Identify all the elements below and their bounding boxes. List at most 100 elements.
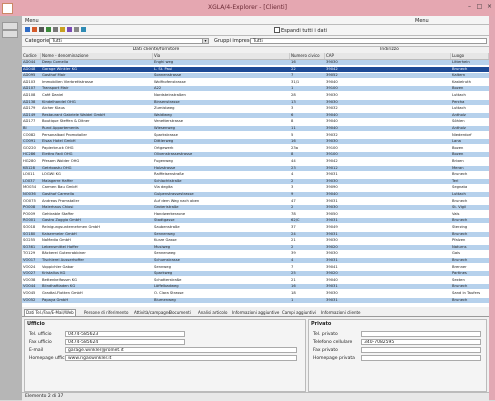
email-field[interactable]: garage.winkler@rolnet.it: [65, 347, 297, 353]
table-row[interactable]: RO001 Gastro Zaggia GmbH Stadtgasse 62/C 390…: [22, 218, 489, 224]
cell-number: 8: [291, 119, 294, 124]
checkbox-icon[interactable]: [274, 27, 280, 33]
private-homepage-field[interactable]: [361, 355, 481, 361]
new-icon[interactable]: [25, 27, 30, 32]
table-row[interactable]: AD044 Deep Cornelia Enghi weg 16 39030 Litter…: [22, 60, 489, 65]
tab-7[interactable]: Informazioni cliente: [321, 310, 361, 316]
table-row[interactable]: AD138 Kindelhandel OHG Binsenstrasse 13 3903…: [22, 99, 489, 105]
tab-3[interactable]: Documenti: [169, 310, 191, 316]
table-row[interactable]: BI Rund Appartements Wiesenweg 11 39040 Antho…: [22, 126, 489, 131]
office-fax-field[interactable]: 0474-585624: [65, 339, 185, 345]
column-header-zip[interactable]: CAP: [325, 53, 451, 59]
table-row[interactable]: VO038 Bettenkelfassm KG Schotterstraße 21 39…: [22, 278, 489, 283]
table-row[interactable]: VO045 Gradtal-Flotten GmbH O. Clara Strass…: [22, 291, 489, 296]
table-row[interactable]: VO017 Tischlerei Ausserhoffer Schumstrasse…: [22, 258, 489, 263]
cell-zip: 39040: [326, 112, 338, 117]
mail-icon[interactable]: [81, 27, 86, 32]
sidebar-tab[interactable]: [2, 22, 18, 30]
tab-4[interactable]: Analisi articolo: [198, 310, 227, 316]
cell-zip: 39030: [326, 60, 338, 64]
table-row[interactable]: AD149 Restaurant Gabriele Waldel GmbH Wald…: [22, 112, 489, 118]
table-row[interactable]: OO075 Andreas Pramstaller Auf dem Weg nach…: [22, 199, 489, 204]
menu-button-right[interactable]: Menu: [415, 18, 429, 24]
print-icon[interactable]: [53, 27, 58, 32]
cell-code: NO036: [23, 192, 36, 196]
table-row[interactable]: KB128 Getrtoastu OHG Holzstrasse 23 39012 Mer…: [22, 165, 489, 171]
table-row[interactable]: LO037 Malagerre Haffer Schlachtstraße 2 3903…: [22, 178, 489, 184]
save-icon[interactable]: [39, 27, 44, 32]
tab-0[interactable]: Dati Tel./Fax/E-Mail/Web: [24, 309, 76, 316]
minimize-icon[interactable]: –: [465, 3, 474, 11]
column-header-name[interactable]: Nome - denominazione: [41, 53, 153, 59]
table-row[interactable]: SO361 Lebensmittel Haffer Musiweg 2 39020 Nat…: [22, 244, 489, 250]
refresh-icon[interactable]: [46, 27, 51, 32]
table-row[interactable]: CO091 Elsaa Hotel GmbH Dittlerweg 16 39030 La…: [22, 139, 489, 145]
table-row[interactable]: SO018 Reinigungsunternehmen GmbH Saubenstr…: [22, 225, 489, 230]
table-row[interactable]: NO036 Gasthof Carmella Gulpenstrassestrass…: [22, 192, 489, 197]
table-row[interactable]: PO008 Malerhaus Chiosi Groteristraße 2 39030…: [22, 205, 489, 211]
table-row[interactable]: TO129 Bäckerei Gutenrabbiner Sennenweg 39 39…: [22, 251, 489, 256]
table-row[interactable]: CO082 Personalbad Promotaller Sparkstrasse…: [22, 133, 489, 138]
filter-icon[interactable]: [67, 27, 72, 32]
private-fax-field[interactable]: [361, 347, 481, 353]
tab-2[interactable]: Attività/campagne: [134, 310, 171, 316]
table-row[interactable]: AD177 Boutique Steffen & Ditner Venetterst…: [22, 119, 489, 124]
table-row[interactable]: SO255 NaMedia GmbH Kurze Gasse 21 39030 Pfalz…: [22, 238, 489, 243]
cell-number: 4: [291, 258, 294, 262]
cell-zip: 39030: [326, 93, 338, 97]
cell-name: Kindelhandel OHG: [42, 99, 76, 104]
column-header-number[interactable]: Numero civico: [290, 53, 325, 59]
column-header-code[interactable]: Codice: [22, 53, 41, 59]
menu-button[interactable]: Menu: [25, 18, 39, 24]
table-row[interactable]: HG280 Pfesam Wolder OHG Fugenweg 44 39042 Bri…: [22, 159, 489, 164]
table-row[interactable]: VO052 Papaya GmbH Blumenweg 1 39031 Brunech: [22, 297, 489, 303]
chevron-down-icon[interactable]: ▾: [202, 39, 208, 43]
table-row[interactable]: VO024 Voppichler Gabar Sennweg 7 39041 Brenne…: [22, 265, 489, 270]
tab-1[interactable]: Persone di riferimento: [84, 310, 128, 316]
delete-icon[interactable]: [32, 27, 37, 32]
cell-code: LO037: [23, 178, 35, 183]
table-row[interactable]: AD179 Aicher Klaus Zumistweg 3 39032 Luttach: [22, 106, 489, 111]
table-row-selected[interactable]: AD048 Garage Winkler KG L. St. Paul 22 39042…: [22, 66, 489, 72]
cell-code: AD107: [23, 86, 36, 91]
table-row[interactable]: AD108 Café Daniel Nordsteinstraßen 28 39030 L…: [22, 93, 489, 98]
cell-city: Antholz: [452, 126, 466, 130]
cell-code: AD048: [23, 66, 36, 71]
category-select[interactable]: Tutti ▾: [49, 38, 209, 44]
expand-all-checkbox[interactable]: Espandi tutti i dati: [274, 27, 327, 34]
table-row[interactable]: MO034 Carmen Bau GmbH Via degita 3 39090 Segn…: [22, 185, 489, 190]
filter-bar: Categorie: Tutti ▾ Gruppi imprese: Tutti: [22, 36, 489, 47]
tab-6[interactable]: Campi aggiuntivi: [282, 310, 316, 316]
cell-code: PO009: [23, 211, 36, 216]
table-row[interactable]: PO009 Gehtrable Staffer Handwerkerzone 78 39…: [22, 212, 489, 217]
table-row[interactable]: AD103 Immobilien Vierbrettstrasse Wolfhofe…: [22, 80, 489, 85]
close-icon[interactable]: ×: [485, 3, 494, 11]
column-header-city[interactable]: Luogo: [451, 53, 489, 59]
cell-city: Brunech: [452, 258, 468, 262]
private-tel-field[interactable]: [361, 331, 481, 337]
group-select[interactable]: Tutti: [250, 38, 487, 44]
table-row[interactable]: HC286 Elettro Fadi OHG Olivenstrassestrass…: [22, 152, 489, 158]
mobile-field[interactable]: 340-7082595: [361, 339, 481, 345]
export-icon[interactable]: [74, 27, 79, 32]
table-row[interactable]: GO220 Papierbruck OHG Ortgewerk 23a 39100 Boz…: [22, 146, 489, 151]
cell-code: TO129: [23, 251, 36, 256]
column-header-street[interactable]: Via: [153, 53, 290, 59]
table-row[interactable]: LO011 LOGWI KG Raiffeisenstraße 4 39031 Brune…: [22, 172, 489, 177]
sidebar-tab[interactable]: [2, 30, 18, 38]
table-row[interactable]: AD095 Gasthof Mair Sonnenstrasse 7 39052 Kalt…: [22, 73, 489, 79]
cell-number: 18: [291, 291, 296, 295]
table-row[interactable]: VO027 Kristallus KG Sparkweg 25 39020 Partine…: [22, 271, 489, 277]
office-tel-field[interactable]: 0474-585623: [65, 331, 185, 337]
table-row[interactable]: AD107 Transport Mair A22 1 39100 Bozen: [22, 86, 489, 92]
cell-number: 2: [291, 178, 294, 183]
table-row[interactable]: VO044 Blindhaftladen KG Löffelbadweg 16 3903…: [22, 284, 489, 290]
tab-5[interactable]: Informazioni aggiuntive: [232, 310, 279, 316]
cell-city: Brunech: [452, 284, 468, 289]
maximize-icon[interactable]: □: [475, 3, 484, 11]
table-row[interactable]: SO180 Kaisermeier GmbH Sennerweg 24 39031 Bru…: [22, 231, 489, 237]
homepage-field[interactable]: www.rigaswinkler.it: [65, 355, 297, 361]
cell-number: 21: [291, 238, 296, 243]
search-icon[interactable]: [60, 27, 65, 32]
cell-number: 37: [291, 225, 296, 229]
